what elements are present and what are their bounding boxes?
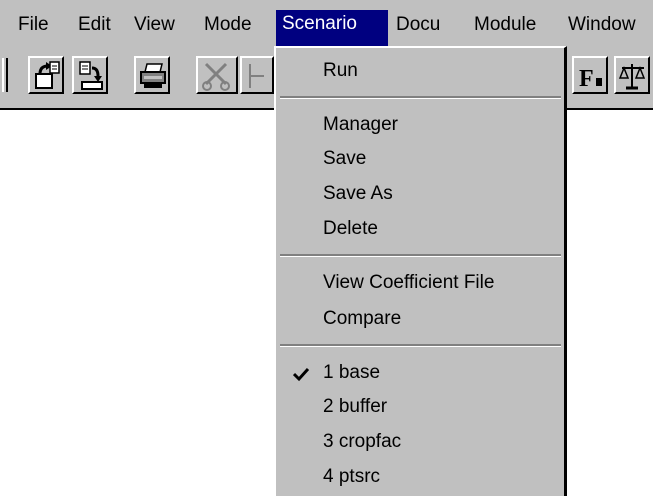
menu-item-run[interactable]: Run	[323, 58, 358, 84]
menu-item-run-label: Run	[323, 60, 358, 81]
menu-item-save-label: Save	[323, 148, 367, 169]
menu-docu-label: Docu	[396, 14, 441, 35]
menu-mode-label: Mode	[204, 14, 252, 35]
svg-text:F: F	[579, 66, 594, 92]
menu-item-manager[interactable]: Manager	[323, 112, 398, 138]
menu-item-compare-label: Compare	[323, 308, 402, 329]
menu-item-view-coefficient-file[interactable]: View Coefficient File	[323, 270, 494, 296]
menu-separator	[280, 96, 561, 99]
paste-button[interactable]	[240, 56, 274, 94]
print-icon	[140, 63, 166, 88]
menu-separator	[280, 344, 561, 347]
menu-docu[interactable]: Docu	[390, 12, 446, 46]
menu-window[interactable]: Window	[562, 12, 642, 46]
menu-item-delete[interactable]: Delete	[323, 216, 378, 242]
scenario-menu: Run Manager Save Save As Delete View Coe…	[274, 46, 567, 496]
file-save-icon	[79, 61, 103, 90]
balance-scale-button[interactable]	[614, 56, 650, 94]
check-icon	[293, 367, 309, 382]
menu-file[interactable]: File	[12, 12, 55, 46]
menu-item-manager-label: Manager	[323, 114, 398, 135]
menu-file-label: File	[18, 14, 49, 35]
menu-item-scenario-base-label: 1 base	[323, 362, 381, 383]
menu-separator	[280, 254, 561, 257]
menu-item-scenario-base[interactable]: 1 base	[323, 360, 380, 386]
print-button[interactable]	[134, 56, 170, 94]
file-open-icon	[35, 61, 60, 89]
menu-item-scenario-buffer-label: 2 buffer	[323, 396, 388, 417]
menu-item-scenario-cropfac[interactable]: 3 cropfac	[323, 429, 401, 455]
menu-module[interactable]: Module	[468, 12, 542, 46]
menu-item-save[interactable]: Save	[323, 146, 366, 172]
menu-edit[interactable]: Edit	[72, 12, 117, 46]
file-save-button[interactable]	[72, 56, 108, 94]
menu-item-scenario-buffer[interactable]: 2 buffer	[323, 394, 387, 420]
menu-edit-label: Edit	[78, 14, 111, 35]
cut-icon	[202, 62, 230, 91]
toolbar-grip[interactable]	[2, 58, 8, 92]
menu-scenario-label: Scenario	[282, 13, 357, 34]
menu-scenario[interactable]: Scenario	[276, 10, 388, 46]
file-open-button[interactable]	[28, 56, 64, 94]
menu-view[interactable]: View	[128, 12, 181, 46]
menu-view-label: View	[134, 14, 175, 35]
menu-item-scenario-cropfac-label: 3 cropfac	[323, 431, 402, 452]
menu-item-save-as[interactable]: Save As	[323, 181, 393, 207]
menu-item-view-coefficient-file-label: View Coefficient File	[323, 272, 495, 293]
menu-bar: File Edit View Mode Scenario Docu Module…	[0, 0, 653, 48]
balance-scale-icon	[618, 64, 646, 90]
menu-item-delete-label: Delete	[323, 218, 378, 239]
cut-button[interactable]	[196, 56, 238, 94]
paste-icon	[249, 64, 264, 88]
menu-mode[interactable]: Mode	[198, 12, 258, 46]
menu-item-compare[interactable]: Compare	[323, 306, 401, 332]
menu-item-scenario-ptsrc-label: 4 ptsrc	[323, 466, 381, 487]
function-icon: F	[579, 66, 602, 92]
function-button[interactable]: F	[572, 56, 608, 94]
menu-module-label: Module	[474, 14, 537, 35]
menu-item-scenario-ptsrc[interactable]: 4 ptsrc	[323, 464, 380, 490]
menu-item-save-as-label: Save As	[323, 183, 393, 204]
menu-window-label: Window	[568, 14, 636, 35]
